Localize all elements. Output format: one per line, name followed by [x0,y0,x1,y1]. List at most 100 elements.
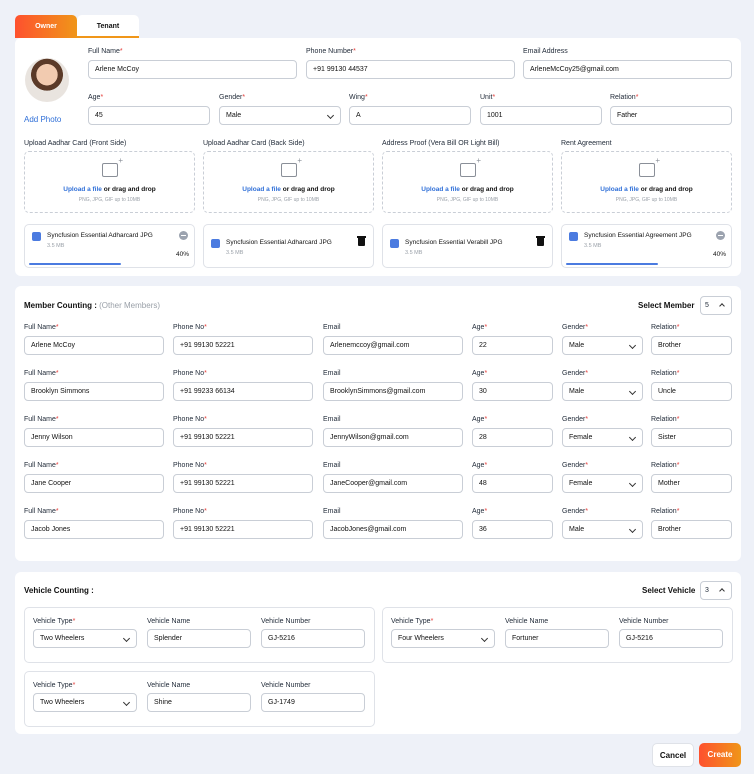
remove-file-icon[interactable] [716,231,725,240]
member-relation-input[interactable]: Brother [651,520,732,539]
upload-dropzone[interactable]: Upload a file or drag and drop PNG, JPG,… [24,151,195,213]
member-phone-input[interactable]: +91 99130 52221 [173,428,313,447]
member-gender-select[interactable]: Female [562,474,643,493]
member-phone-input[interactable]: +91 99130 52221 [173,520,313,539]
member-phone-input[interactable]: +91 99130 52221 [173,474,313,493]
vehicle-number-input[interactable]: GJ-5216 [261,629,365,648]
member-phone-input[interactable]: +91 99233 66134 [173,382,313,401]
unit-input[interactable]: 1001 [480,106,602,125]
member-age-input[interactable]: 36 [472,520,553,539]
member-full-name-input[interactable]: Jane Cooper [24,474,164,493]
vehicle-type-label: Vehicle Type* [391,618,434,625]
vehicle-type-select[interactable]: Two Wheelers [33,629,137,648]
member-relation-input[interactable]: Uncle [651,382,732,401]
file-size: 3.5 MB [584,243,602,249]
image-add-icon [460,156,481,177]
member-email-label: Email [323,462,341,469]
file-name: Syncfusion Essential Agreement JPG [584,232,692,239]
vehicle-type-select[interactable]: Two Wheelers [33,693,137,712]
member-relation-label: Relation* [651,416,680,423]
upload-link[interactable]: Upload a file [242,186,281,193]
upload-link[interactable]: Upload a file [421,186,460,193]
member-age-input[interactable]: 48 [472,474,553,493]
member-gender-label: Gender* [562,508,589,515]
member-age-label: Age* [472,370,488,377]
image-file-icon [390,239,399,248]
tab-tenant[interactable]: Tenant [77,15,139,38]
upload-link[interactable]: Upload a file [600,186,639,193]
vehicle-count-stepper[interactable]: 3 [700,581,732,600]
full-name-input[interactable]: Arlene McCoy [88,60,297,79]
vehicle-number-input[interactable]: GJ-5216 [619,629,723,648]
upload-dropzone[interactable]: Upload a file or drag and drop PNG, JPG,… [382,151,553,213]
chevron-up-icon[interactable] [719,303,725,309]
vehicle-name-input[interactable]: Fortuner [505,629,609,648]
add-photo-link[interactable]: Add Photo [24,115,61,124]
member-count-stepper[interactable]: 5 [700,296,732,315]
member-age-input[interactable]: 28 [472,428,553,447]
phone-number-input[interactable]: +91 99130 44537 [306,60,515,79]
email-address-label: Email Address [523,48,568,55]
trash-icon[interactable] [357,236,366,246]
member-relation-input[interactable]: Mother [651,474,732,493]
file-size: 3.5 MB [47,243,65,249]
upload-hint: PNG, JPG, GIF up to 10MB [436,197,499,203]
create-button[interactable]: Create [699,743,741,767]
tab-owner[interactable]: Owner [15,15,77,38]
member-full-name-input[interactable]: Jenny Wilson [24,428,164,447]
member-email-input[interactable]: JacobJones@gmail.com [323,520,463,539]
member-email-label: Email [323,324,341,331]
upload-label: Upload Aadhar Card (Front Side) [24,140,127,147]
vehicle-type-select[interactable]: Four Wheelers [391,629,495,648]
unit-label: Unit* [480,94,496,101]
avatar[interactable] [25,58,69,102]
member-relation-input[interactable]: Sister [651,428,732,447]
member-age-input[interactable]: 30 [472,382,553,401]
image-file-icon [32,232,41,241]
member-age-label: Age* [472,416,488,423]
wing-input[interactable]: A [349,106,471,125]
phone-number-label: Phone Number* [306,48,356,55]
member-counting-title: Member Counting : (Other Members) [24,301,161,310]
member-age-input[interactable]: 22 [472,336,553,355]
member-gender-select[interactable]: Male [562,382,643,401]
vehicle-name-input[interactable]: Shine [147,693,251,712]
image-add-icon [639,156,660,177]
member-phone-label: Phone No* [173,508,207,515]
member-relation-input[interactable]: Brother [651,336,732,355]
upload-dropzone[interactable]: Upload a file or drag and drop PNG, JPG,… [203,151,374,213]
email-address-input[interactable]: ArleneMcCoy25@gmail.com [523,60,732,79]
member-email-input[interactable]: BrooklynSimmons@gmail.com [323,382,463,401]
upload-text: Upload a file or drag and drop [63,186,156,193]
wing-label: Wing* [349,94,368,101]
member-full-name-input[interactable]: Arlene McCoy [24,336,164,355]
member-email-label: Email [323,508,341,515]
member-gender-select[interactable]: Female [562,428,643,447]
member-gender-select[interactable]: Male [562,520,643,539]
upload-dropzone[interactable]: Upload a file or drag and drop PNG, JPG,… [561,151,732,213]
member-email-input[interactable]: JennyWilson@gmail.com [323,428,463,447]
upload-hint: PNG, JPG, GIF up to 10MB [615,197,678,203]
vehicle-number-label: Vehicle Number [619,618,669,625]
vehicle-name-input[interactable]: Splender [147,629,251,648]
member-gender-select[interactable]: Male [562,336,643,355]
file-size: 3.5 MB [405,250,423,256]
select-member-label: Select Member [638,301,695,310]
image-file-icon [569,232,578,241]
upload-hint: PNG, JPG, GIF up to 10MB [78,197,141,203]
member-full-name-input[interactable]: Brooklyn Simmons [24,382,164,401]
member-phone-input[interactable]: +91 99130 52221 [173,336,313,355]
member-email-input[interactable]: Arlenemccoy@gmail.com [323,336,463,355]
gender-select[interactable]: Male [219,106,341,125]
vehicle-number-input[interactable]: GJ-1749 [261,693,365,712]
member-full-name-input[interactable]: Jacob Jones [24,520,164,539]
member-email-label: Email [323,416,341,423]
trash-icon[interactable] [536,236,545,246]
remove-file-icon[interactable] [179,231,188,240]
cancel-button[interactable]: Cancel [652,743,694,767]
chevron-up-icon[interactable] [719,588,725,594]
member-email-input[interactable]: JaneCooper@gmail.com [323,474,463,493]
relation-input[interactable]: Father [610,106,732,125]
upload-link[interactable]: Upload a file [63,186,102,193]
age-input[interactable]: 45 [88,106,210,125]
